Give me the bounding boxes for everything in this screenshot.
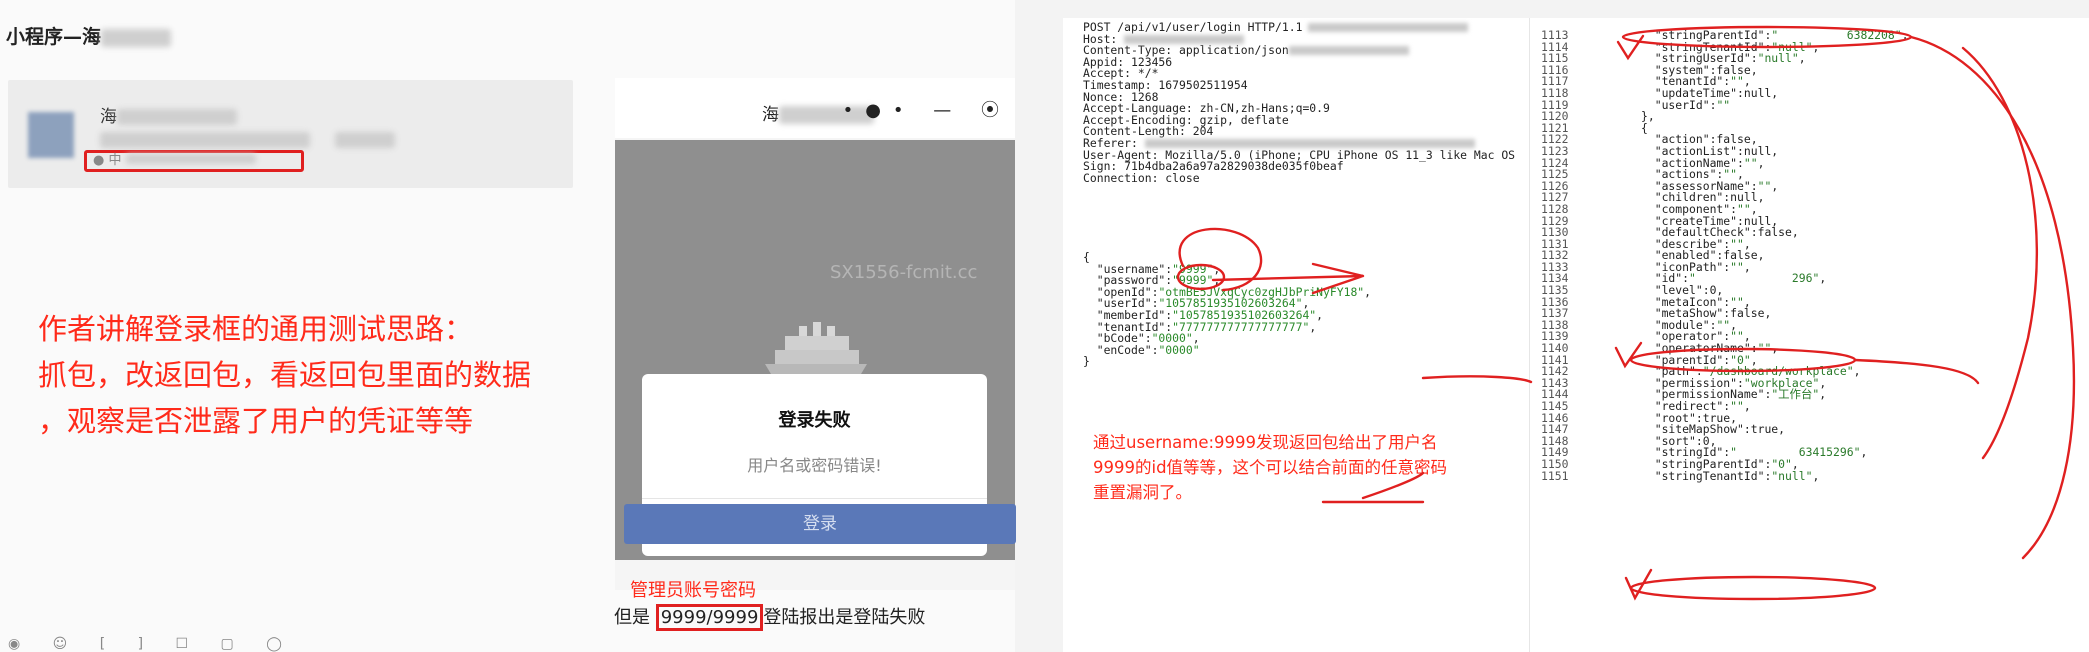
annotation-ink: [1176, 25, 2076, 601]
phone-navbar: 海 •●• — ⦿: [615, 78, 1015, 138]
watermark-text: SX1556-fcmit.cc: [830, 262, 978, 283]
author-note-line: 抓包，改返回包，看返回包里面的数据: [38, 358, 532, 392]
miniprogram-title: 小程序—海: [6, 22, 172, 49]
caption: 但是 9999/9999 登陆报出是登陆失败: [614, 603, 925, 631]
author-note-line: 作者讲解登录框的通用测试思路：: [38, 312, 474, 346]
dialog-title: 登录失败: [778, 410, 851, 431]
login-page: SX1556-fcmit.cc 登录失败 用户名或密码错误! 确定: [615, 140, 1015, 560]
chat-tag-highlight: ● 中: [84, 150, 304, 172]
avatar: [28, 112, 74, 158]
toolbar-icons[interactable]: ◉ ☺ [ ] ☐ ▢ ◯: [8, 636, 296, 652]
dialog-divider: [642, 498, 987, 499]
admin-credential-label: 管理员账号密码: [630, 580, 756, 601]
credential-highlight: 9999/9999: [655, 604, 764, 631]
capsule-menu[interactable]: •●• — ⦿: [843, 96, 1011, 122]
login-button[interactable]: 登录: [624, 504, 1016, 544]
phone-screen: 海 •●• — ⦿ SX1556-fcmit.cc 登录失败 用户名或密码错误!…: [615, 78, 1016, 590]
burp-panel: POST /api/v1/user/login HTTP/1.1 Host: Co…: [1063, 18, 2089, 652]
chat-preview: [100, 132, 396, 152]
author-note: 作者讲解登录框的通用测试思路： 抓包，改返回包，看返回包里面的数据 ，观察是否泄…: [38, 306, 531, 444]
author-note-line: ，观察是否泄露了用户的凭证等等: [38, 404, 474, 438]
dialog-message: 用户名或密码错误!: [747, 456, 882, 475]
left-panel: 小程序—海 海 ● 中 作者讲解登录框的通用测试思路： 抓包，改返回包，看返回包…: [0, 0, 1016, 652]
chat-name: 海: [100, 102, 237, 127]
